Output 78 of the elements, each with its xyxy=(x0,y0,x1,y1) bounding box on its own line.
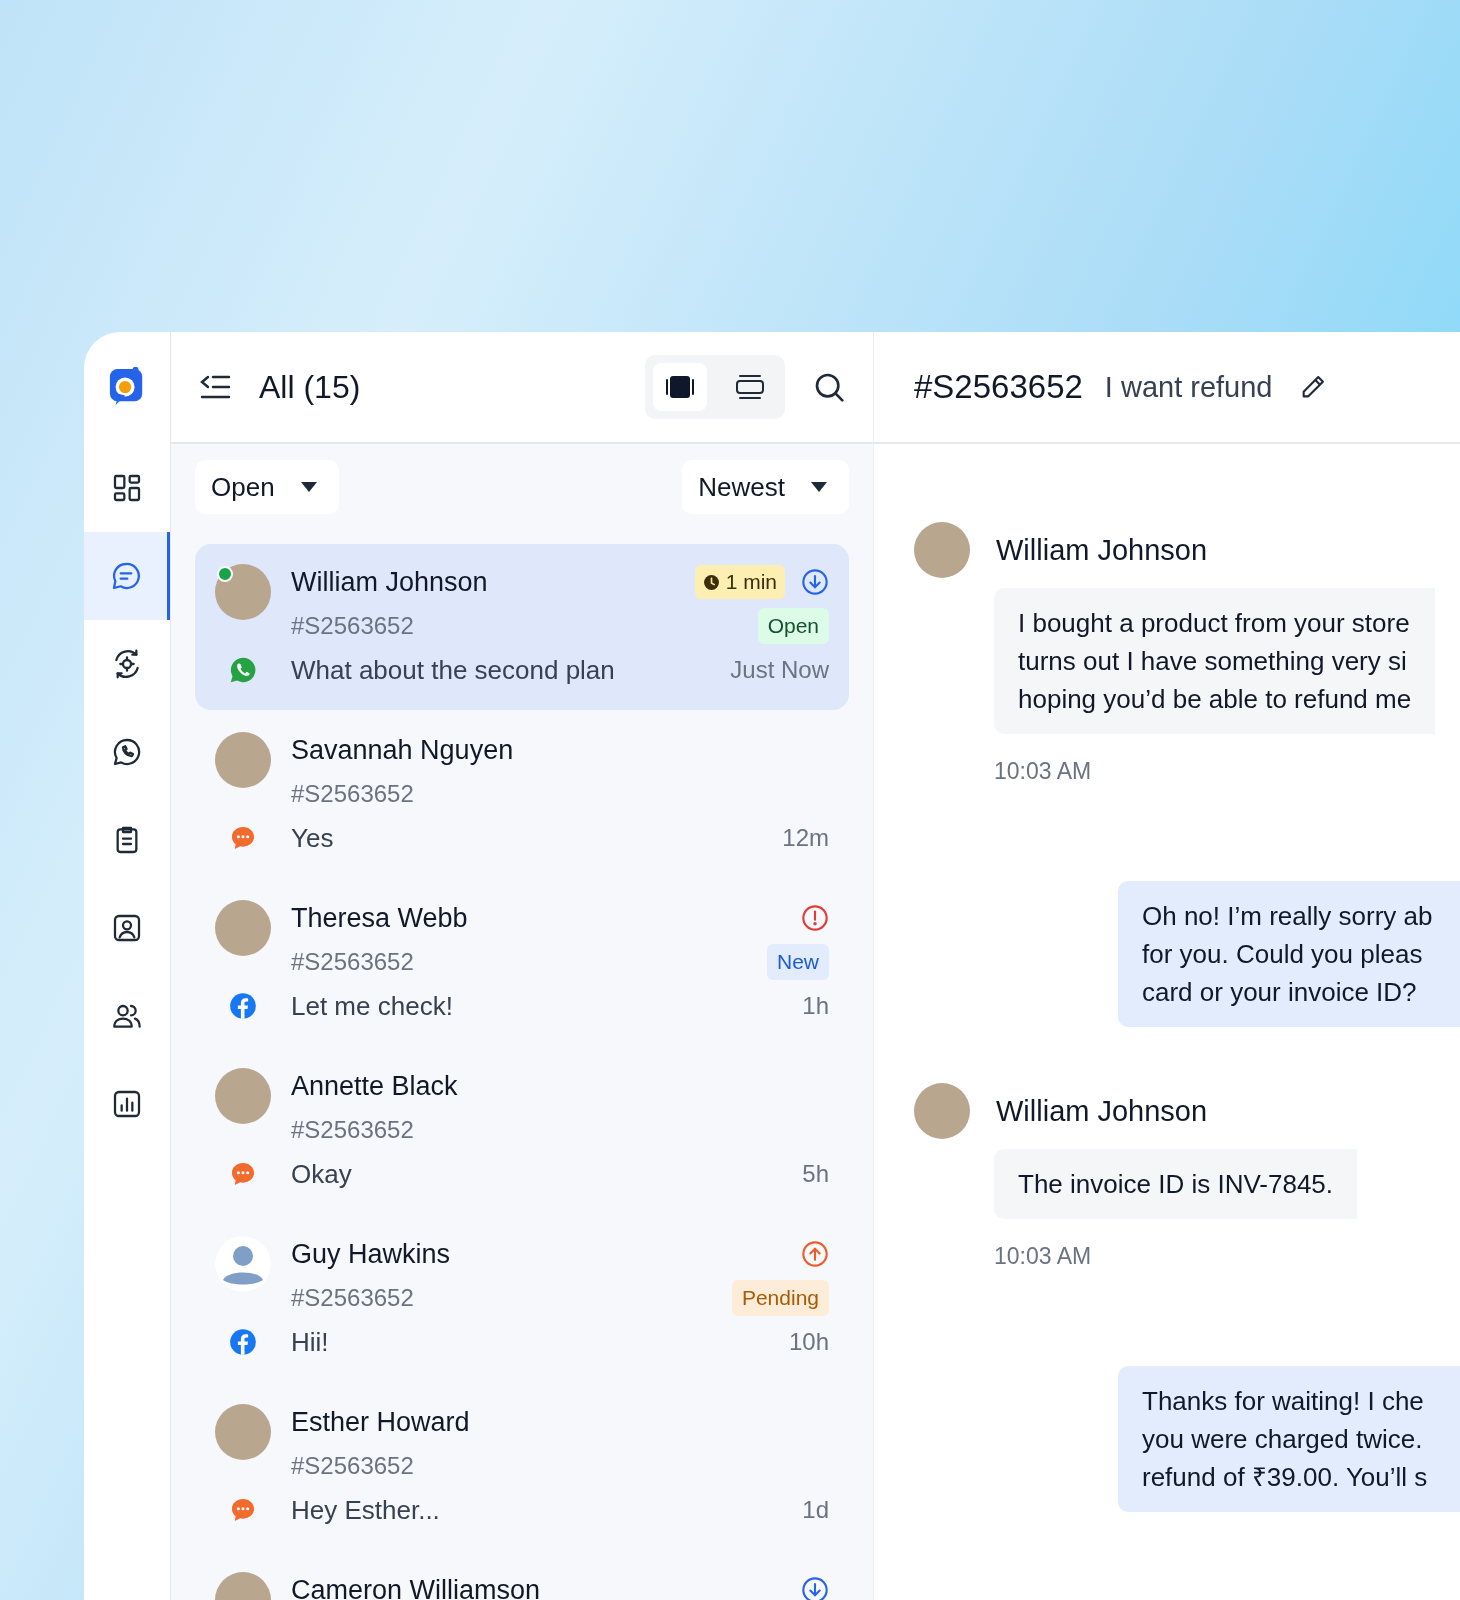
whatsapp-icon xyxy=(111,736,143,768)
author-name: William Johnson xyxy=(996,1094,1208,1128)
status-badge: Pending xyxy=(731,1280,829,1316)
conversation-card[interactable]: Guy Hawkins #S2563652 Pending Hii! 10h xyxy=(195,1216,849,1382)
status-badge: Open xyxy=(757,608,829,644)
facebook-icon xyxy=(229,992,257,1020)
compact-view-icon xyxy=(735,374,765,400)
author-name: William Johnson xyxy=(996,533,1208,567)
collapse-menu-icon[interactable] xyxy=(199,373,231,401)
conversations-nav-item[interactable] xyxy=(84,532,170,620)
message-preview: Yes xyxy=(291,822,335,854)
search-icon[interactable] xyxy=(813,371,845,403)
bar-chart-icon xyxy=(111,1088,143,1120)
contact-card-icon xyxy=(111,912,143,944)
message-time: 10:03 AM xyxy=(994,1243,1093,1270)
message-time: 10:03 AM xyxy=(994,758,1093,785)
contact-name: Savannah Nguyen xyxy=(291,734,515,766)
ticket-number: #S2563652 xyxy=(291,612,415,640)
avatar-photo-placeholder xyxy=(215,900,271,956)
ticket-number: #S2563652 xyxy=(291,780,415,808)
ticket-subject: I want refund xyxy=(1104,370,1273,404)
conversation-card[interactable]: Theresa Webb #S2563652 New Let me check! 1h xyxy=(195,880,849,1046)
message-preview: Hey Esther... xyxy=(291,1494,441,1526)
contact-name: Annette Black xyxy=(291,1070,459,1102)
conversation-card[interactable]: William Johnson 1 min #S2563652 Open What about the second plan Just Now xyxy=(195,544,849,710)
conversation-card[interactable]: Esther Howard #S2563652 Hey Esther... 1d xyxy=(195,1384,849,1550)
timer-badge: 1 min xyxy=(694,565,785,599)
message-bubble: I bought a product from your store turns out I have something very si hoping you’d be able to refund me xyxy=(994,588,1436,734)
arrow-down-circle-icon xyxy=(801,568,829,596)
card-view-icon xyxy=(665,374,695,400)
message-time: 12m xyxy=(782,824,829,852)
chat-bubble-icon xyxy=(229,1160,257,1188)
list-title: All (15) xyxy=(259,368,361,406)
ticket-number: #S2563652 xyxy=(291,948,415,976)
sort-dropdown[interactable]: Newest xyxy=(682,460,849,514)
avatar-photo-placeholder xyxy=(215,564,271,620)
avatar-photo-placeholder xyxy=(215,1404,271,1460)
avatar-photo-placeholder xyxy=(215,732,271,788)
contact-name: Guy Hawkins xyxy=(291,1238,452,1270)
caret-icon xyxy=(811,482,827,492)
avatar-photo-placeholder xyxy=(914,522,970,578)
avatar-silhouette-icon xyxy=(215,1236,271,1292)
whatsapp-icon xyxy=(229,656,257,684)
contact-name: William Johnson xyxy=(291,566,489,598)
conversation-card[interactable]: Savannah Nguyen #S2563652 Yes 12m xyxy=(195,712,849,878)
message-bubble: Oh no! I’m really sorry ab for you. Could you pleas card or your invoice ID? xyxy=(1118,881,1460,1027)
status-dropdown[interactable]: Open xyxy=(195,460,339,514)
ticket-number: #S2563652 xyxy=(291,1284,415,1312)
chat-bubble-icon xyxy=(229,824,257,852)
alert-circle-icon xyxy=(801,904,829,932)
arrow-up-circle-icon xyxy=(801,1240,829,1268)
message-bubble: Thanks for waiting! I che you were charged twice. refund of ₹39.00. You’ll s xyxy=(1118,1366,1460,1512)
grid-icon xyxy=(111,472,143,504)
message-time: 1h xyxy=(802,992,829,1020)
avatar-photo-placeholder xyxy=(215,1068,271,1124)
facebook-icon xyxy=(229,1328,257,1356)
conversation-card[interactable]: Annette Black #S2563652 Okay 5h xyxy=(195,1048,849,1214)
ticket-id: #S2563652 xyxy=(914,368,1083,406)
chat-bubble-icon xyxy=(229,1496,257,1524)
message-time: 5h xyxy=(802,1160,829,1188)
message-preview: Let me check! xyxy=(291,990,454,1022)
conversation-card[interactable]: Cameron Williamson xyxy=(195,1552,849,1600)
message-bubble: The invoice ID is INV-7845. xyxy=(994,1149,1358,1219)
card-view-button[interactable] xyxy=(653,363,707,411)
status-badge: New xyxy=(767,944,829,980)
ticket-number: #S2563652 xyxy=(291,1452,415,1480)
contact-name: Esther Howard xyxy=(291,1406,471,1438)
message-time: Just Now xyxy=(730,656,829,684)
message-preview: What about the second plan xyxy=(291,654,616,686)
caret-icon xyxy=(300,482,317,492)
contact-name: Cameron Williamson xyxy=(291,1574,542,1600)
ticket-number: #S2563652 xyxy=(291,1116,415,1144)
contact-name: Theresa Webb xyxy=(291,902,469,934)
message-time: 1d xyxy=(802,1496,829,1524)
message-preview: Okay xyxy=(291,1158,353,1190)
avatar-photo-placeholder xyxy=(914,1083,970,1139)
message-preview: Hii! xyxy=(291,1326,330,1358)
message-time: 10h xyxy=(788,1328,829,1356)
